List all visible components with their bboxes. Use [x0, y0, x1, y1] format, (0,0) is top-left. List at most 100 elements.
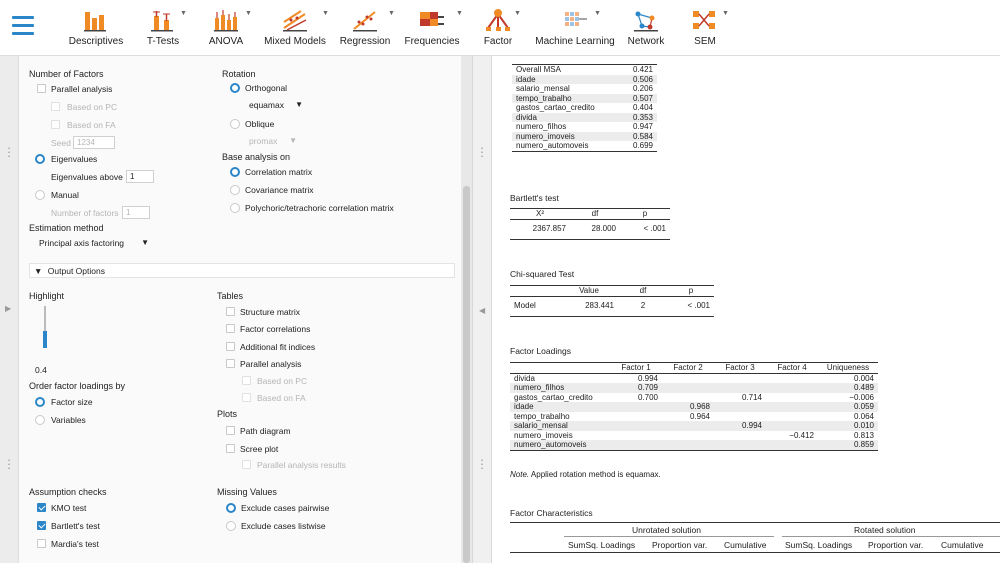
tables-heading: Tables — [217, 291, 244, 301]
path-diagram-label: Path diagram — [240, 426, 291, 436]
polychoric-matrix-radio[interactable] — [230, 203, 240, 213]
table-cell: 283.441 — [585, 301, 614, 311]
table-cell: 0.994 — [637, 373, 658, 383]
parallel-fa-radio[interactable] — [242, 393, 251, 402]
parallel-pc-radio[interactable] — [242, 376, 251, 385]
table-cell — [610, 440, 662, 450]
table-cell: 0.964 — [689, 411, 710, 421]
note-label: Note. — [510, 470, 530, 479]
exclude-listwise-radio[interactable] — [226, 521, 236, 531]
parallel-results-checkbox[interactable] — [242, 460, 251, 469]
base-analysis-heading: Base analysis on — [222, 152, 291, 162]
table-cell: < .001 — [643, 224, 666, 234]
number-of-factors-input[interactable]: 1 — [122, 206, 150, 219]
table-cell — [662, 431, 714, 441]
ribbon-factor-button[interactable]: ▼ Factor — [476, 5, 521, 53]
ribbon-t-tests-button[interactable]: ▼ T-Tests — [138, 5, 188, 53]
table-cell: salario_mensal — [516, 84, 570, 93]
ribbon-anova-button[interactable]: ▼ ANOVA — [200, 5, 252, 53]
drag-handle-icon[interactable]: · · · — [0, 141, 18, 162]
orthogonal-radio[interactable] — [230, 83, 240, 93]
panel-divider[interactable]: · · · ◀ · · · — [472, 56, 492, 563]
table-header: df — [570, 208, 620, 220]
table-cell — [662, 373, 714, 383]
table-cell — [766, 412, 818, 422]
parallel-analysis-table-checkbox[interactable] — [226, 359, 235, 368]
table-cell: numero_imoveis — [512, 131, 612, 141]
bartlett-table: X² df p 2367.857 28.000 < .001 — [510, 208, 670, 240]
scrollbar-thumb[interactable] — [463, 186, 470, 563]
expand-arrow-icon[interactable]: ▶ — [5, 304, 11, 313]
based-on-pc-radio[interactable] — [51, 102, 60, 111]
table-cell: Overall MSA — [516, 65, 561, 74]
table-row: idade 0.968 0.059 — [510, 402, 878, 412]
missing-values-heading: Missing Values — [217, 487, 277, 497]
ribbon-mixed-models-button[interactable]: ▼ Mixed Models — [262, 5, 329, 53]
table-cell: 0.584 — [612, 131, 657, 141]
output-options-section-header[interactable]: ▼ Output Options — [29, 263, 455, 278]
variables-radio[interactable] — [35, 415, 45, 425]
oblique-radio[interactable] — [230, 119, 240, 129]
covariance-matrix-radio[interactable] — [230, 185, 240, 195]
eigenvalues-above-input[interactable]: 1 — [126, 170, 154, 183]
path-diagram-checkbox[interactable] — [226, 426, 235, 435]
table-header: Factor 1 — [610, 362, 662, 374]
drag-handle-icon[interactable]: · · · — [0, 453, 18, 474]
orthogonal-label: Orthogonal — [245, 83, 288, 93]
additional-fit-checkbox[interactable] — [226, 342, 235, 351]
table-cell — [610, 421, 662, 431]
based-on-fa-radio[interactable] — [51, 120, 60, 129]
table-row: tempo_trabalho 0.507 — [512, 93, 657, 103]
scree-plot-checkbox[interactable] — [226, 444, 235, 453]
table-cell: 0.699 — [632, 141, 653, 150]
kmo-table: Overall MSA 0.421 idade 0.506 salario_mensal… — [512, 64, 657, 152]
table-header: Value — [560, 285, 618, 297]
bartletts-test-checkbox[interactable] — [37, 521, 46, 530]
table-row: numero_imoveis 0.584 — [512, 131, 657, 141]
eigenvalues-radio[interactable] — [35, 154, 45, 164]
descriptives-icon — [84, 12, 106, 32]
parallel-analysis-checkbox[interactable] — [37, 84, 46, 93]
table-header: SumSq. Loadings — [785, 540, 853, 550]
estimation-method-dropdown[interactable]: Principal axis factoring ▼ — [35, 236, 153, 251]
mardias-test-checkbox[interactable] — [37, 539, 46, 548]
frequencies-icon — [420, 12, 444, 26]
group-rule — [782, 536, 1000, 537]
ribbon-network-button[interactable]: Network — [624, 5, 668, 53]
ribbon-sem-button[interactable]: ▼ SEM — [682, 5, 729, 53]
factor-loadings-table: Factor 1 Factor 2 Factor 3 Factor 4 Uniquene… — [510, 362, 878, 451]
table-cell: 0.709 — [610, 383, 662, 393]
results-panel: Overall MSA 0.421 idade 0.506 salario_mensal… — [492, 56, 1000, 563]
group-rule — [564, 536, 774, 537]
ribbon-frequencies-button[interactable]: ▼ Frequencies — [402, 5, 462, 53]
structure-matrix-checkbox[interactable] — [226, 307, 235, 316]
polychoric-matrix-label: Polychoric/tetrachoric correlation matri… — [245, 203, 394, 213]
exclude-pairwise-radio[interactable] — [226, 503, 236, 513]
collapse-left-arrow-icon[interactable]: ◀ — [479, 306, 485, 315]
highlight-slider-fill[interactable] — [43, 331, 47, 348]
table-row: tempo_trabalho 0.964 0.064 — [510, 412, 878, 422]
drag-handle-icon[interactable]: · · · — [473, 141, 491, 162]
ribbon-machine-learning-button[interactable]: ▼ Machine Learning — [532, 5, 618, 53]
oblique-method-dropdown[interactable]: promax ▼ — [245, 134, 301, 149]
table-cell: idade — [510, 402, 610, 412]
factor-size-radio[interactable] — [35, 397, 45, 407]
ribbon-regression-button[interactable]: ▼ Regression — [336, 5, 395, 53]
hamburger-menu-icon[interactable] — [12, 16, 34, 36]
drag-handle-icon[interactable]: · · · — [473, 453, 491, 474]
ribbon-label: Mixed Models — [264, 36, 326, 47]
table-row: divida 0.353 — [512, 112, 657, 122]
table-header-rule — [510, 552, 1000, 553]
seed-input[interactable]: 1234 — [73, 136, 115, 149]
table-row: salario_mensal 0.206 — [512, 84, 657, 94]
factor-correlations-checkbox[interactable] — [226, 324, 235, 333]
manual-radio[interactable] — [35, 190, 45, 200]
kmo-test-checkbox[interactable] — [37, 503, 46, 512]
table-row: Overall MSA 0.421 — [512, 65, 657, 75]
correlation-matrix-radio[interactable] — [230, 167, 240, 177]
options-scrollbar[interactable] — [461, 56, 472, 563]
table-cell — [714, 440, 766, 450]
ribbon-descriptives-button[interactable]: Descriptives — [64, 5, 128, 53]
table-cell: 0.489 — [818, 383, 878, 393]
orthogonal-method-dropdown[interactable]: equamax ▼ — [245, 98, 307, 113]
